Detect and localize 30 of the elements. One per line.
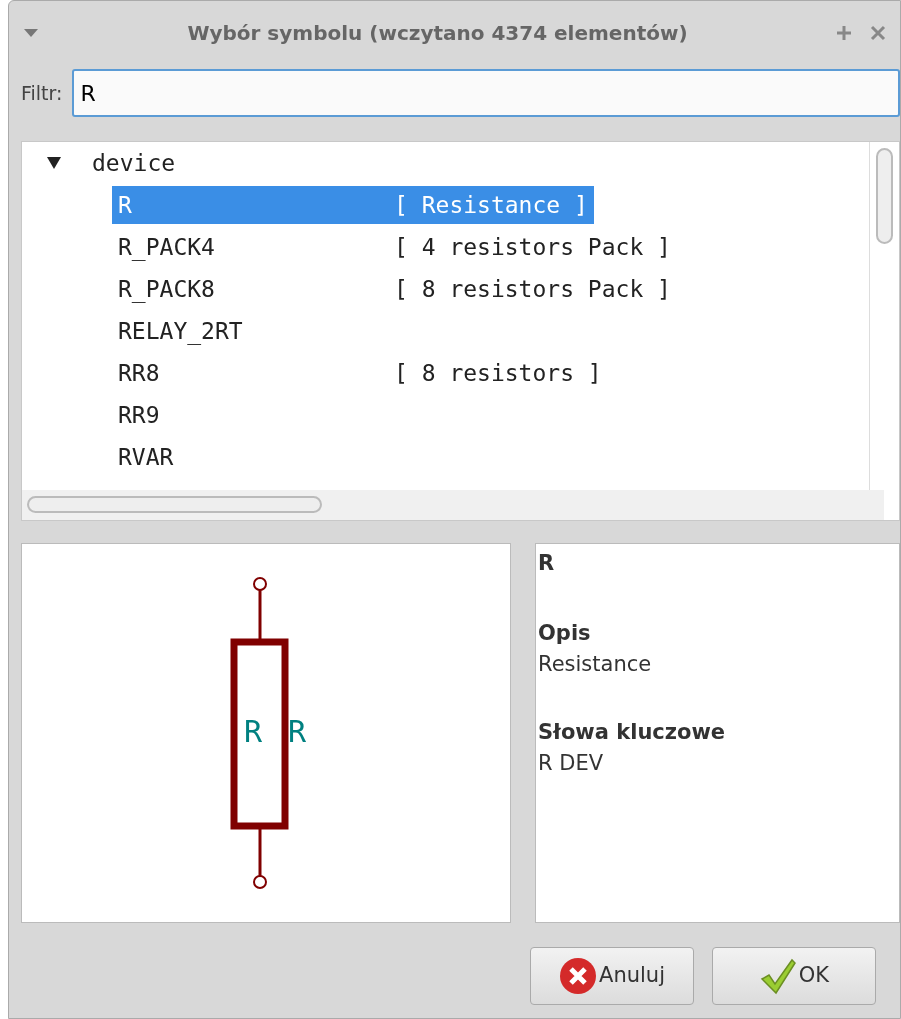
tree-item[interactable]: R_PACK4	[112, 228, 388, 266]
maximize-icon[interactable]	[836, 25, 852, 41]
checkmark-icon	[758, 957, 797, 995]
item-description: [ Resistance ]	[388, 186, 594, 224]
value-label: R	[288, 714, 307, 749]
filter-label: Filtr:	[21, 80, 63, 106]
tree-group[interactable]: device	[86, 144, 182, 182]
horizontal-scrollbar[interactable]	[22, 490, 884, 520]
section-text: R DEV	[538, 750, 605, 777]
item-description: [ 4 resistors Pack ]	[393, 233, 672, 262]
symbol-name: R	[538, 550, 556, 577]
window-title: Wybór symbolu (wczytano 4374 elementów)	[186, 20, 689, 47]
reference-label: R	[244, 714, 263, 749]
expanded-icon[interactable]	[46, 156, 62, 170]
section-heading: Opis	[538, 619, 592, 647]
tree-item[interactable]: RELAY_2RT	[112, 312, 388, 350]
filter-field[interactable]: R	[72, 69, 900, 117]
close-icon[interactable]	[870, 25, 886, 41]
item-description: [ 8 resistors ]	[393, 359, 603, 388]
tree-item[interactable]: RVAR	[112, 438, 388, 476]
menu-icon[interactable]	[23, 28, 39, 38]
cancel-button[interactable]: Anuluj	[530, 947, 694, 1005]
tree-item[interactable]: RR8	[112, 354, 388, 392]
section-text: Resistance	[538, 651, 653, 678]
ok-button[interactable]: OK	[712, 947, 876, 1005]
item-description: [ 8 resistors Pack ]	[393, 275, 672, 304]
tree-item[interactable]: RR9	[112, 396, 388, 434]
close-icon	[559, 957, 597, 995]
section-heading: Słowa kluczowe	[538, 718, 727, 746]
tree-item[interactable]: R_PACK8	[112, 270, 388, 308]
